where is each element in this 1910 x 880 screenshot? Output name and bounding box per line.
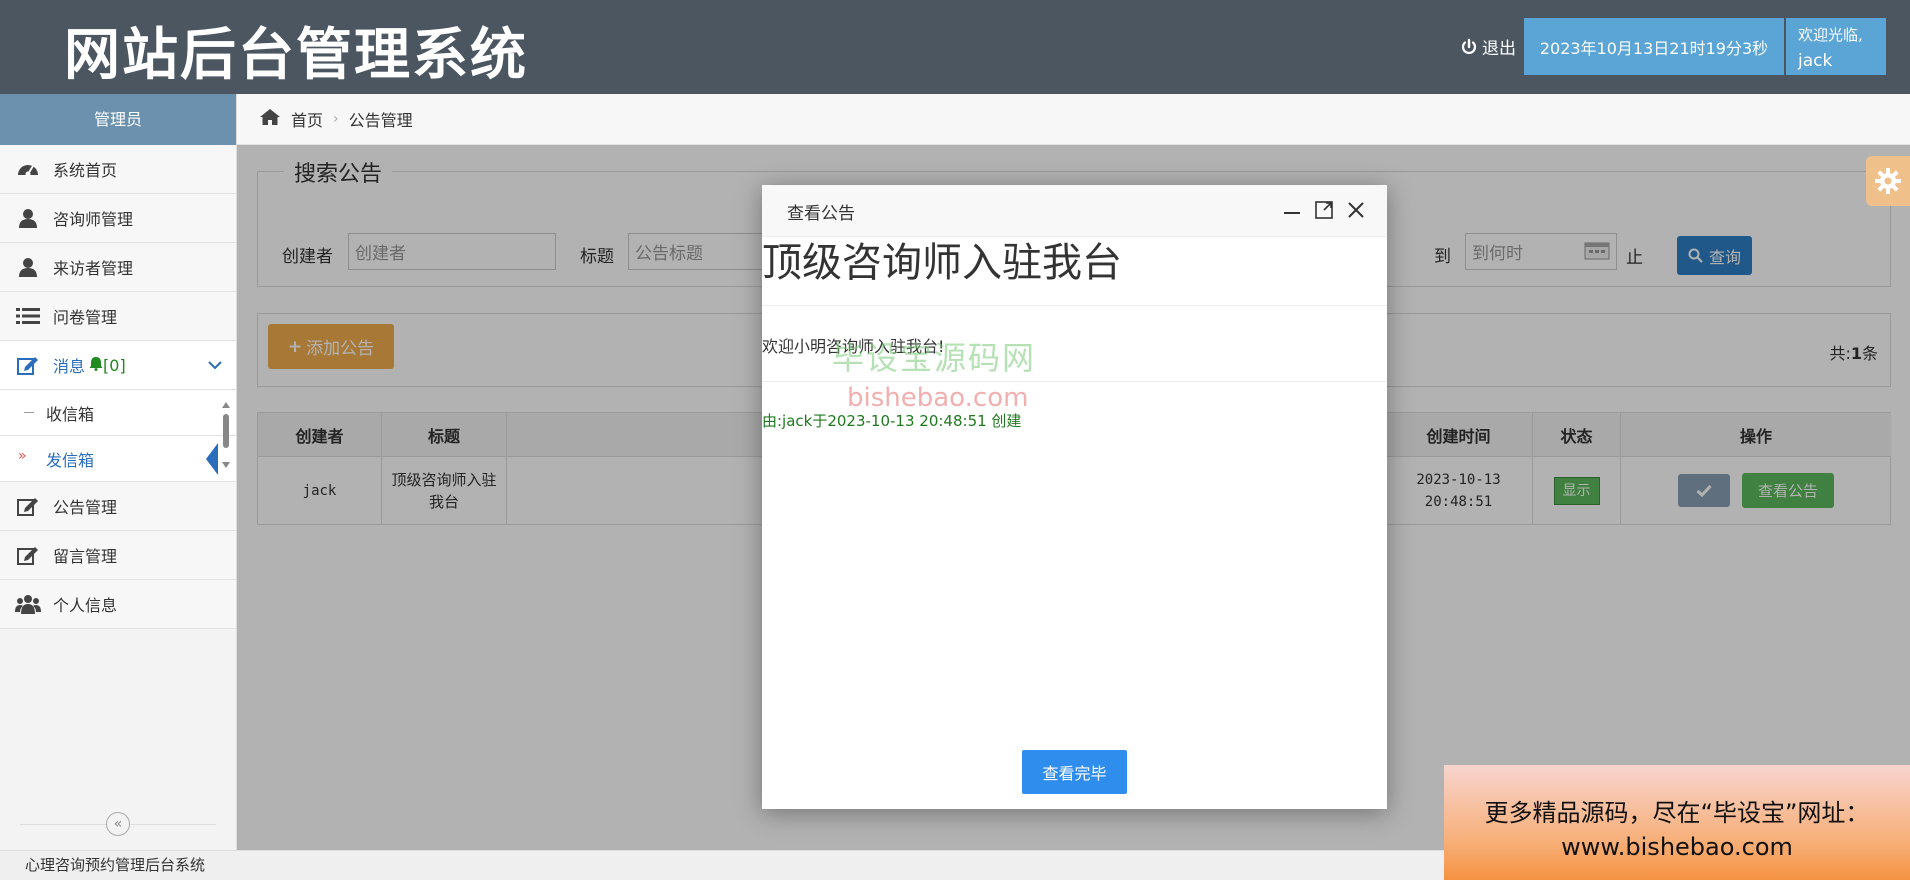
home-icon[interactable] [259,108,281,130]
user-icon [15,207,41,229]
datetime-display: 2023年10月13日21时19分3秒 [1524,18,1784,75]
sidebar-subitem-label: 收信箱 [46,404,95,424]
sidebar-subitem-outbox[interactable]: » 发信箱 [0,436,236,482]
message-count: [0] [103,355,126,375]
edit-icon [15,495,41,517]
sidebar-item-label: 系统首页 [53,161,118,180]
breadcrumb-home[interactable]: 首页 [291,107,323,131]
bell-icon [89,356,103,375]
announcement-heading: 顶级咨询师入驻我台 [762,237,1387,306]
settings-gear-button[interactable] [1866,156,1910,206]
double-chevron-right-icon: » [18,448,27,464]
view-announcement-dialog: 查看公告 顶级咨询师入驻我台 欢迎小明咨询师入驻我台! 由:jack于2023-… [762,185,1387,809]
logout-label: 退出 [1482,39,1516,59]
user-icon [15,256,41,278]
breadcrumb-current: 公告管理 [348,111,413,130]
maximize-icon[interactable] [1315,201,1333,223]
sidebar-item-label: 咨询师管理 [53,210,134,229]
sidebar-item-label: 来访者管理 [53,259,134,278]
welcome-box: 欢迎光临, jack [1786,18,1886,75]
sidebar-item-announcements[interactable]: 公告管理 [0,482,236,531]
gear-icon [1875,168,1901,194]
sidebar-item-comments[interactable]: 留言管理 [0,531,236,580]
promo-line-2: www.bishebao.com [1561,833,1793,861]
sidebar-item-home[interactable]: 系统首页 [0,145,236,194]
app-title: 网站后台管理系统 [64,22,528,88]
welcome-text: 欢迎光临, [1798,26,1863,44]
watermark-cn: 毕设宝源码网 [832,339,1037,377]
edit-icon [15,354,41,376]
minimize-icon[interactable] [1283,201,1301,223]
breadcrumb: 首页 › 公告管理 [237,94,1910,145]
sidebar-role: 管理员 [0,94,236,145]
sidebar-subitem-label: 发信箱 [46,450,95,470]
active-pointer [206,443,218,475]
breadcrumb-separator: › [333,111,339,127]
sidebar-scrollbar[interactable] [220,400,232,474]
sidebar-item-label: 留言管理 [53,547,118,566]
logout-button[interactable]: 退出 [1460,34,1516,59]
dialog-title: 查看公告 [787,204,855,224]
dashboard-icon [15,158,41,180]
edit-icon [15,544,41,566]
power-icon [1461,38,1477,54]
promo-banner: 更多精品源码，尽在“毕设宝”网址： www.bishebao.com [1444,765,1910,880]
promo-line-1: 更多精品源码，尽在“毕设宝”网址： [1484,799,1870,827]
collapse-sidebar-button[interactable]: « [106,812,130,836]
sidebar-item-messages[interactable]: 消息 [0] [0,341,236,390]
list-icon [15,305,41,327]
close-icon[interactable] [1347,201,1365,223]
sidebar-item-visitors[interactable]: 来访者管理 [0,243,236,292]
username: jack [1798,51,1833,71]
dialog-header: 查看公告 [762,185,1387,237]
sidebar-item-label: 问卷管理 [53,308,118,327]
sidebar-item-label: 消息 [53,357,86,376]
sidebar-item-profile[interactable]: 个人信息 [0,580,236,629]
sidebar-item-questionnaires[interactable]: 问卷管理 [0,292,236,341]
sidebar-item-counselors[interactable]: 咨询师管理 [0,194,236,243]
header: 网站后台管理系统 退出 2023年10月13日21时19分3秒 欢迎光临, ja… [0,0,1910,94]
users-icon [15,593,41,615]
sidebar: 管理员 系统首页 咨询师管理 来访者管理 问卷管理 消息 [0] 收信箱 » 发… [0,94,237,850]
sidebar-item-label: 公告管理 [53,498,118,517]
sidebar-subitem-inbox[interactable]: 收信箱 [0,390,236,436]
chevron-down-icon[interactable] [208,355,222,374]
done-viewing-button[interactable]: 查看完毕 [1022,750,1127,794]
sidebar-item-label: 个人信息 [53,596,118,615]
watermark-en: bishebao.com [847,383,1029,413]
